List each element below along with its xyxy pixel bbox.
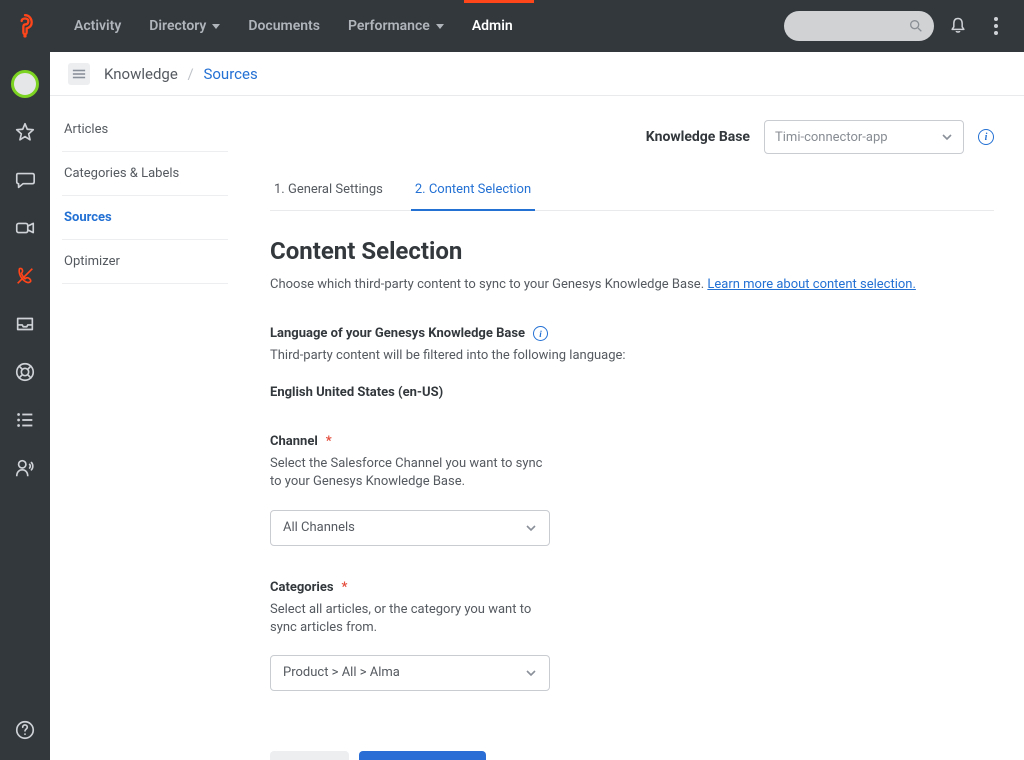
sidenav-toggle[interactable] [68,63,90,85]
kb-info-button[interactable]: i [978,129,994,145]
person-voice-icon [14,457,36,479]
rail-list[interactable] [7,402,43,438]
rail-help[interactable] [7,712,43,748]
nav-activity[interactable]: Activity [60,0,135,52]
language-section: Language of your Genesys Knowledge Base … [270,326,830,400]
tab-general-settings[interactable]: 1. General Settings [270,170,387,211]
page: Knowledge Base Timi-connector-app i 1. G… [240,96,1024,760]
main: Knowledge / Sources Articles Categories … [50,52,1024,760]
rail-video[interactable] [7,210,43,246]
sidenav: Articles Categories & Labels Sources Opt… [50,96,240,760]
tabs: 1. General Settings 2. Content Selection [270,170,994,211]
nav-label: Admin [472,18,513,34]
nav-label: Performance [348,18,430,34]
inbox-icon [14,313,36,335]
chevron-down-icon [212,24,220,29]
channel-help: Select the Salesforce Channel you want t… [270,455,550,491]
kb-select[interactable]: Timi-connector-app [764,120,964,154]
hamburger-icon [72,68,86,80]
info-icon: i [539,329,542,339]
search-icon [908,18,924,34]
chevron-down-icon [525,522,537,534]
kb-row: Knowledge Base Timi-connector-app i [270,96,994,164]
language-value: English United States (en-US) [270,385,830,400]
bell-icon [948,16,968,36]
label-text: Channel [270,434,318,449]
sidenav-categories-labels[interactable]: Categories & Labels [62,152,228,196]
video-icon [14,217,36,239]
label-text: Language of your Genesys Knowledge Base [270,326,525,341]
list-icon [14,409,36,431]
breadcrumb-bar: Knowledge / Sources [50,52,1024,96]
page-title: Content Selection [270,237,994,265]
cancel-button[interactable]: Cancel [270,751,349,760]
breadcrumb-root[interactable]: Knowledge [104,65,178,83]
language-help: Third-party content will be filtered int… [270,347,830,365]
nav-directory[interactable]: Directory [135,0,234,52]
phone-off-icon [14,265,36,287]
dots-vertical-icon [994,17,998,35]
chevron-down-icon [525,667,537,679]
language-info-button[interactable]: i [533,326,548,341]
sidenav-articles[interactable]: Articles [62,108,228,152]
help-icon [14,719,36,741]
chevron-down-icon [941,131,953,143]
channel-select[interactable]: All Channels [270,510,550,546]
channel-value: All Channels [283,520,355,535]
label-text: Categories [270,580,334,595]
actions: Cancel Update Source [270,751,994,760]
nav-label: Activity [74,18,121,34]
rail-phone-off[interactable] [7,258,43,294]
lifebuoy-icon [14,361,36,383]
subtext-text: Choose which third-party content to sync… [270,277,707,292]
channel-label: Channel * [270,434,830,449]
nav-label: Documents [248,18,320,34]
top-nav: Activity Directory Documents Performance… [60,0,527,52]
sidenav-sources[interactable]: Sources [62,196,228,240]
update-source-button[interactable]: Update Source [359,751,487,760]
kb-label: Knowledge Base [646,129,750,145]
chat-icon [14,169,36,191]
rail-favorites[interactable] [7,114,43,150]
categories-value: Product > All > Alma [283,665,400,680]
info-icon: i [985,132,988,143]
nav-performance[interactable]: Performance [334,0,458,52]
breadcrumb-sep: / [188,65,194,83]
categories-select[interactable]: Product > All > Alma [270,655,550,691]
accent-strip [464,0,534,3]
categories-help: Select all articles, or the category you… [270,601,550,637]
breadcrumb-leaf[interactable]: Sources [203,65,257,83]
breadcrumb: Knowledge / Sources [104,65,258,83]
rail-chat[interactable] [7,162,43,198]
brand-logo[interactable] [0,12,50,40]
notifications-button[interactable] [944,12,972,40]
required-indicator: * [326,434,332,449]
required-indicator: * [342,580,348,595]
more-menu-button[interactable] [982,12,1010,40]
chevron-down-icon [436,24,444,29]
learn-more-link[interactable]: Learn more about content selection. [707,277,916,292]
language-label: Language of your Genesys Knowledge Base … [270,326,830,341]
avatar[interactable] [7,66,43,102]
search-input[interactable] [784,11,934,41]
topbar: Activity Directory Documents Performance… [0,0,1024,52]
channel-section: Channel * Select the Salesforce Channel … [270,434,830,545]
left-rail [0,52,50,760]
rail-inbox[interactable] [7,306,43,342]
star-icon [14,121,36,143]
page-subtext: Choose which third-party content to sync… [270,277,994,292]
categories-section: Categories * Select all articles, or the… [270,580,830,691]
categories-label: Categories * [270,580,830,595]
rail-person-voice[interactable] [7,450,43,486]
nav-documents[interactable]: Documents [234,0,334,52]
kb-value: Timi-connector-app [775,130,888,145]
tab-content-selection[interactable]: 2. Content Selection [411,170,535,211]
nav-label: Directory [149,18,206,34]
sidenav-optimizer[interactable]: Optimizer [62,240,228,284]
rail-support[interactable] [7,354,43,390]
nav-admin[interactable]: Admin [458,0,527,52]
